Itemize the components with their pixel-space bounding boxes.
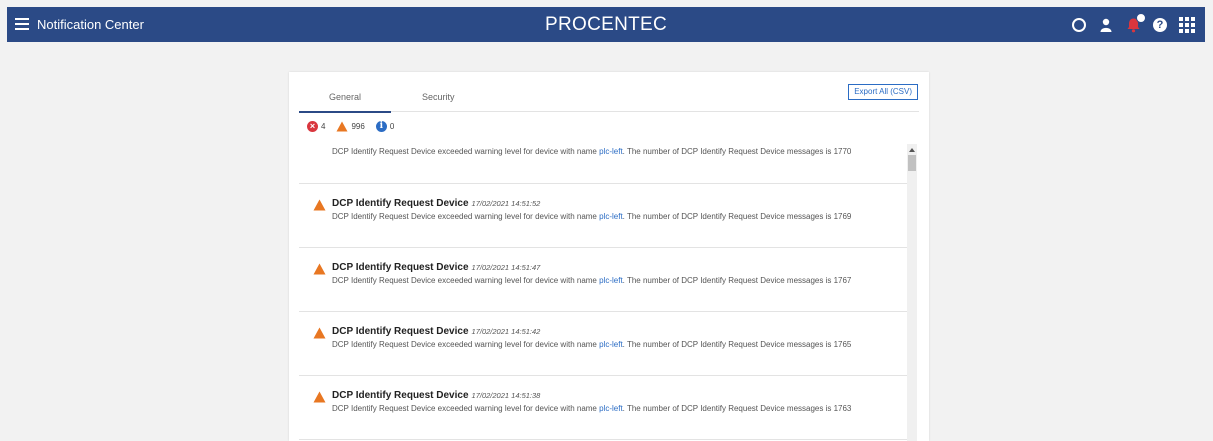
user-icon[interactable]: [1098, 17, 1114, 33]
notification-title: DCP Identify Request Device 17/02/2021 14…: [332, 198, 541, 209]
warning-icon: [313, 327, 326, 339]
device-link[interactable]: plc-left: [599, 404, 623, 413]
notification-time: 17/02/2021 14:51:38: [471, 391, 541, 400]
info-icon: i: [375, 121, 387, 132]
warning-count: 996: [351, 122, 365, 131]
warning-icon: [313, 263, 326, 275]
warning-icon: [313, 391, 326, 403]
notification-message: DCP Identify Request Device exceeded war…: [332, 340, 852, 349]
notification-time: 17/02/2021 14:51:42: [471, 327, 541, 336]
tab-security[interactable]: Security: [422, 92, 455, 102]
list-item[interactable]: DCP Identify Request Device 17/02/2021 14…: [299, 184, 907, 248]
list-item[interactable]: DCP Identify Request Device exceeded war…: [299, 144, 907, 184]
scroll-up-arrow-icon[interactable]: [909, 148, 915, 152]
error-count-filter[interactable]: × 4: [307, 121, 325, 132]
notification-message: DCP Identify Request Device exceeded war…: [332, 147, 852, 156]
notification-time: 17/02/2021 14:51:52: [471, 199, 541, 208]
notification-time: 17/02/2021 14:51:47: [471, 263, 541, 272]
brand-title: PROCENTEC: [545, 14, 667, 35]
header-icons: ?: [1071, 7, 1195, 42]
severity-counts: × 4 996 i 0: [307, 121, 405, 132]
warning-icon: [336, 121, 348, 132]
notification-panel: General Security Export All (CSV) × 4 99…: [289, 72, 929, 441]
device-link[interactable]: plc-left: [599, 147, 623, 156]
top-bar: Notification Center PROCENTEC ?: [7, 7, 1205, 42]
device-link[interactable]: plc-left: [599, 340, 623, 349]
export-csv-button[interactable]: Export All (CSV): [848, 84, 918, 100]
device-link[interactable]: plc-left: [599, 276, 623, 285]
tab-bar: General Security: [299, 83, 919, 113]
notification-title: DCP Identify Request Device 17/02/2021 14…: [332, 326, 541, 337]
notification-title: DCP Identify Request Device 17/02/2021 14…: [332, 262, 541, 273]
notification-list: DCP Identify Request Device exceeded war…: [299, 144, 907, 441]
warning-count-filter[interactable]: 996: [336, 121, 365, 132]
notification-message: DCP Identify Request Device exceeded war…: [332, 276, 852, 285]
bell-icon[interactable]: [1125, 12, 1146, 33]
list-item[interactable]: DCP Identify Request Device 17/02/2021 14…: [299, 312, 907, 376]
info-count: 0: [389, 122, 395, 131]
error-count: 4: [321, 122, 326, 131]
notification-message: DCP Identify Request Device exceeded war…: [332, 404, 852, 413]
notification-message: DCP Identify Request Device exceeded war…: [332, 212, 852, 221]
error-icon: ×: [307, 121, 318, 132]
tab-general[interactable]: General: [299, 92, 391, 113]
list-item[interactable]: DCP Identify Request Device 17/02/2021 14…: [299, 376, 907, 440]
help-icon[interactable]: ?: [1152, 17, 1168, 33]
notification-badge: [1136, 12, 1146, 23]
list-scrollbar[interactable]: [907, 144, 917, 441]
list-item[interactable]: DCP Identify Request Device 17/02/2021 14…: [299, 248, 907, 312]
device-link[interactable]: plc-left: [599, 212, 623, 221]
info-count-filter[interactable]: i 0: [375, 121, 395, 132]
notification-title: DCP Identify Request Device 17/02/2021 14…: [332, 390, 541, 401]
apps-grid-icon[interactable]: [1179, 16, 1195, 33]
scrollbar-thumb[interactable]: [908, 155, 916, 171]
status-ring-icon[interactable]: [1071, 17, 1087, 33]
warning-icon: [313, 199, 326, 211]
